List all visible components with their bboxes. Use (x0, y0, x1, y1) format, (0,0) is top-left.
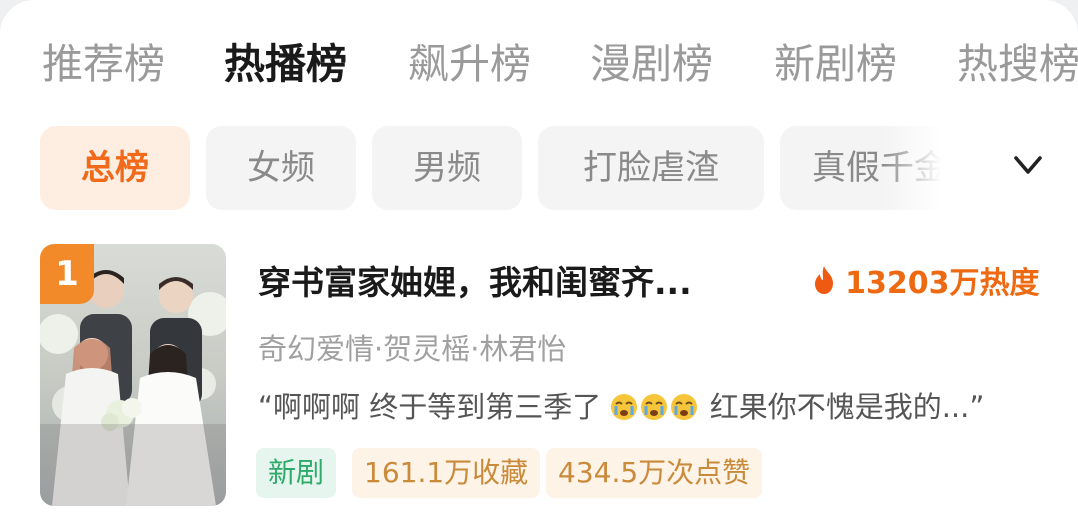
crying-face-icon (641, 394, 668, 420)
flame-icon (815, 266, 833, 294)
comment-start: “啊啊啊 终于等到第三季了 (258, 390, 602, 424)
crying-face-icon (671, 394, 698, 420)
tab-rising[interactable]: 飙升榜 (408, 36, 531, 92)
tab-hot-playing[interactable]: 热播榜 (224, 36, 347, 92)
rank-badge: 1 (40, 244, 94, 304)
ranking-card: 推荐榜 热播榜 飙升榜 漫剧榜 新剧榜 热搜榜 总榜 女频 男频 打脸虐渣 真假… (0, 0, 1078, 531)
ranking-tabs: 推荐榜 热播榜 飙升榜 漫剧榜 新剧榜 热搜榜 (0, 0, 1078, 120)
top-comment: “啊啊啊 终于等到第三季了 红果你不愧是我的...” (258, 384, 984, 426)
heat-score: 13203万热度 (812, 258, 1039, 302)
favorites-tag: 161.1万收藏 (352, 448, 541, 498)
ranking-list-item[interactable]: 1 穿书富家妯娌，我和闺蜜齐... 13203万热度 奇幻爱情·贺灵榣·林君怡 … (0, 236, 1078, 516)
chip-female[interactable]: 女频 (206, 126, 356, 210)
heat-text: 13203万热度 (845, 266, 1040, 301)
chip-male[interactable]: 男频 (372, 126, 522, 210)
chip-face-slap[interactable]: 打脸虐渣 (538, 126, 764, 210)
drama-title[interactable]: 穿书富家妯娌，我和闺蜜齐... (258, 256, 692, 304)
tab-comic-drama[interactable]: 漫剧榜 (590, 36, 713, 92)
chevron-down-icon[interactable] (1006, 148, 1050, 184)
genre-cast: 奇幻爱情·贺灵榣·林君怡 (258, 332, 567, 366)
tab-recommended[interactable]: 推荐榜 (42, 36, 165, 92)
tab-new-drama[interactable]: 新剧榜 (774, 36, 897, 92)
new-drama-tag: 新剧 (256, 448, 337, 498)
chip-real-fake-heiress[interactable]: 真假千金 (780, 126, 950, 210)
chip-all[interactable]: 总榜 (40, 126, 190, 210)
comment-end: 红果你不愧是我的...” (709, 390, 985, 424)
likes-tag: 434.5万次点赞 (546, 448, 763, 498)
drama-poster[interactable]: 1 (40, 244, 226, 506)
crying-face-icon (611, 394, 638, 420)
tab-hot-search[interactable]: 热搜榜 (957, 36, 1078, 92)
